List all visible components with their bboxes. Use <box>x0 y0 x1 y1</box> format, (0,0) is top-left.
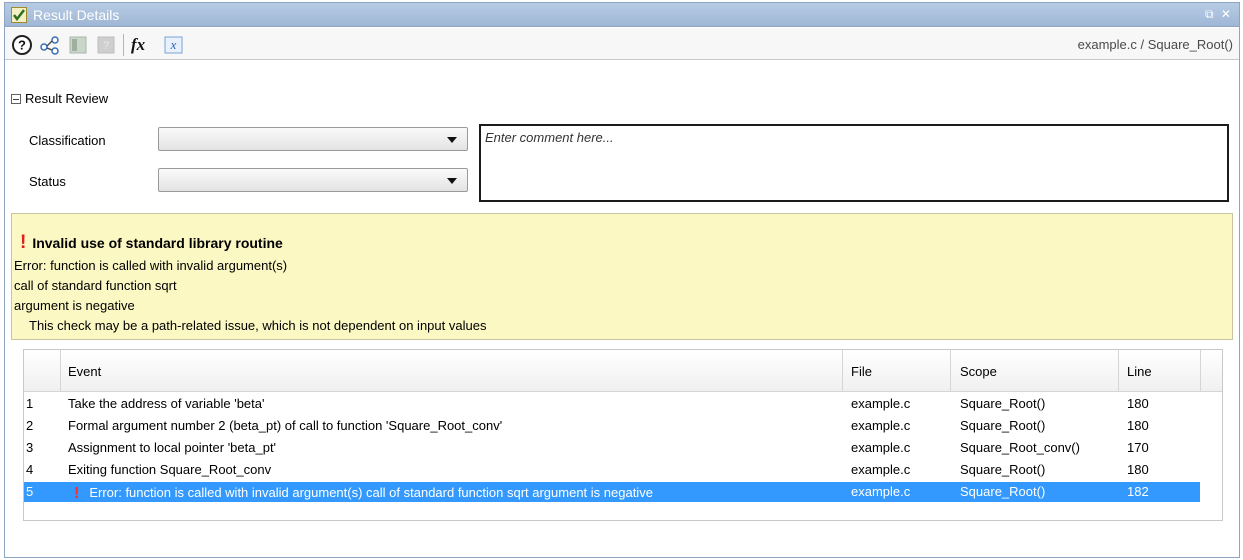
header-file[interactable]: File <box>851 364 872 379</box>
table-row[interactable]: 2 Formal argument number 2 (beta_pt) of … <box>24 416 1200 436</box>
row-number: 1 <box>26 396 34 411</box>
row-line: 170 <box>1127 440 1149 455</box>
row-number: 4 <box>26 462 34 477</box>
title-bar[interactable]: Result Details ⧉ ✕ <box>5 3 1239 27</box>
table-row[interactable]: 4 Exiting function Square_Root_conv exam… <box>24 460 1200 480</box>
source-icon[interactable] <box>67 34 89 56</box>
column-separator <box>842 350 843 392</box>
disabled-icon[interactable]: ? <box>95 34 117 56</box>
check-title-text: Invalid use of standard library routine <box>32 235 283 251</box>
column-separator <box>1200 350 1201 392</box>
classification-label: Classification <box>29 133 106 148</box>
row-file: example.c <box>851 484 911 499</box>
error-mark-icon: ! <box>20 232 27 253</box>
comment-input[interactable]: Enter comment here... <box>479 124 1229 202</box>
call-graph-icon[interactable] <box>39 34 61 56</box>
status-dropdown[interactable] <box>158 168 468 192</box>
file-scope-path: example.c / Square_Root() <box>1077 37 1233 52</box>
row-scope: Square_Root() <box>960 462 1046 477</box>
header-scope[interactable]: Scope <box>960 364 997 379</box>
row-line: 180 <box>1127 396 1149 411</box>
svg-text:?: ? <box>18 38 26 53</box>
row-event: Assignment to local pointer 'beta_pt' <box>68 440 277 455</box>
classification-dropdown[interactable] <box>158 127 468 151</box>
row-number: 5 <box>26 484 34 499</box>
check-title: ! Invalid use of standard library routine <box>20 232 283 254</box>
check-message-panel: ! Invalid use of standard library routine… <box>11 213 1233 340</box>
window-controls[interactable]: ⧉ ✕ <box>1205 7 1233 22</box>
svg-text:x: x <box>170 37 177 52</box>
fx-icon[interactable]: fx <box>129 34 151 56</box>
variable-icon[interactable]: x <box>163 34 185 56</box>
column-separator <box>950 350 951 392</box>
table-header: Event File Scope Line <box>24 350 1222 392</box>
row-event: Formal argument number 2 (beta_pt) of ca… <box>68 418 503 433</box>
message-line: argument is negative <box>14 298 135 313</box>
row-number: 3 <box>26 440 34 455</box>
message-line: call of standard function sqrt <box>14 278 177 293</box>
row-file: example.c <box>851 396 911 411</box>
row-scope: Square_Root() <box>960 396 1046 411</box>
row-event: Take the address of variable 'beta' <box>68 396 265 411</box>
svg-text:?: ? <box>103 40 109 52</box>
row-file: example.c <box>851 440 911 455</box>
table-row[interactable]: 3 Assignment to local pointer 'beta_pt' … <box>24 438 1200 458</box>
row-file: example.c <box>851 418 911 433</box>
comment-placeholder: Enter comment here... <box>485 130 614 145</box>
event-table: Event File Scope Line 1 Take the address… <box>23 349 1223 521</box>
error-mark-icon: ! <box>74 485 80 502</box>
row-line: 182 <box>1127 484 1149 499</box>
row-scope: Square_Root_conv() <box>960 440 1080 455</box>
row-number: 2 <box>26 418 34 433</box>
status-label: Status <box>29 174 66 189</box>
row-event-text: Error: function is called with invalid a… <box>89 485 653 500</box>
help-icon[interactable]: ? <box>11 34 33 56</box>
row-event: ! Error: function is called with invalid … <box>74 484 653 502</box>
table-row-selected[interactable]: 5 ! Error: function is called with invali… <box>24 482 1200 502</box>
window-title: Result Details <box>33 7 120 23</box>
result-review-header[interactable]: Result Review <box>11 91 108 106</box>
table-row[interactable]: 1 Take the address of variable 'beta' ex… <box>24 394 1200 414</box>
header-event[interactable]: Event <box>68 364 101 379</box>
toolbar-separator <box>123 34 124 56</box>
row-file: example.c <box>851 462 911 477</box>
polyspace-check-icon <box>11 7 27 23</box>
chevron-down-icon <box>447 178 457 184</box>
row-line: 180 <box>1127 418 1149 433</box>
collapse-icon[interactable] <box>11 94 21 104</box>
column-separator <box>60 350 61 392</box>
row-scope: Square_Root() <box>960 484 1046 499</box>
row-event: Exiting function Square_Root_conv <box>68 462 272 477</box>
result-review-label: Result Review <box>25 91 109 106</box>
svg-text:fx: fx <box>131 35 146 54</box>
message-line: This check may be a path-related issue, … <box>29 318 487 333</box>
toolbar: ? ? fx x example.c / Square_Root() <box>5 28 1239 60</box>
column-separator <box>1118 350 1119 392</box>
header-line[interactable]: Line <box>1127 364 1152 379</box>
result-details-window: Result Details ⧉ ✕ ? ? fx x example.c / … <box>4 2 1240 558</box>
message-line: Error: function is called with invalid a… <box>14 258 288 273</box>
chevron-down-icon <box>447 137 457 143</box>
row-line: 180 <box>1127 462 1149 477</box>
row-scope: Square_Root() <box>960 418 1046 433</box>
